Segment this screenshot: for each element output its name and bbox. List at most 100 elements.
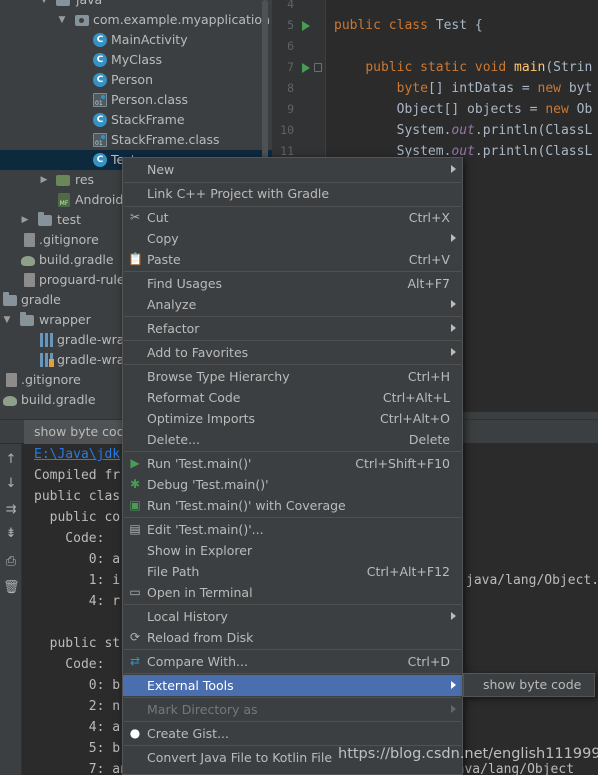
edit-config-icon: ▤ [129, 522, 141, 536]
github-icon: ● [129, 726, 141, 740]
menu-item-copy[interactable]: Copy [123, 228, 462, 249]
tree-item-person-class[interactable]: Person.class [0, 90, 272, 110]
arrow-down-icon[interactable]: ↓ [3, 476, 19, 492]
menu-item-paste[interactable]: 📋 Paste Ctrl+V [123, 249, 462, 270]
class-file-icon [93, 93, 107, 107]
gutter-line: 8 [287, 81, 294, 95]
folder-icon [20, 312, 34, 326]
reload-icon: ⟳ [129, 630, 141, 644]
menu-item-edit-config[interactable]: ▤ Edit 'Test.main()'... [123, 519, 462, 540]
file-icon [24, 273, 35, 287]
chevron-right-icon[interactable]: ▶ [19, 210, 31, 230]
package-icon [75, 15, 89, 26]
menu-item-delete[interactable]: Delete... Delete [123, 429, 462, 450]
tree-item-java[interactable]: ▼ java [0, 0, 272, 10]
console-line: public clas [34, 489, 121, 504]
tree-item-stackframe-class[interactable]: StackFrame.class [0, 130, 272, 150]
menu-item-show-in-explorer[interactable]: Show in Explorer [123, 540, 462, 561]
trash-icon[interactable]: 🗑 [3, 580, 20, 596]
terminal-icon: ▭ [129, 585, 141, 599]
coverage-icon: ▣ [129, 498, 141, 512]
chevron-right-icon[interactable]: ▶ [38, 170, 50, 190]
submenu-arrow-icon [451, 324, 456, 332]
run-gutter-icon[interactable] [302, 21, 310, 31]
submenu-arrow-icon [451, 348, 456, 356]
resource-folder-icon [56, 175, 70, 186]
menu-item-refactor[interactable]: Refactor [123, 318, 462, 339]
menu-item-open-in-terminal[interactable]: ▭ Open in Terminal [123, 582, 462, 603]
console-line: public co [34, 510, 121, 525]
menu-item-cut[interactable]: ✂ Cut Ctrl+X [123, 207, 462, 228]
fold-icon[interactable] [314, 63, 322, 72]
code-line: byte[] intDatas = new byt [396, 81, 593, 96]
code-line: public class Test { [334, 18, 483, 33]
menu-item-optimize-imports[interactable]: Optimize Imports Ctrl+Alt+O [123, 408, 462, 429]
submenu-arrow-icon [451, 165, 456, 173]
submenu-item-show-byte-code[interactable]: show byte code [483, 674, 581, 696]
print-icon[interactable]: ⎙ [3, 554, 19, 570]
menu-item-link-cpp[interactable]: Link C++ Project with Gradle [123, 183, 462, 204]
menu-item-external-tools[interactable]: External Tools [123, 675, 462, 696]
chevron-down-icon[interactable]: ▼ [1, 310, 13, 330]
properties-icon [40, 353, 54, 367]
tree-item-stackframe[interactable]: C StackFrame [0, 110, 272, 130]
tree-item-package[interactable]: ▼ com.example.myapplication [0, 10, 272, 30]
menu-item-browse-type-hierarchy[interactable]: Browse Type Hierarchy Ctrl+H [123, 366, 462, 387]
submenu-arrow-icon [451, 234, 456, 242]
submenu-arrow-icon [451, 705, 456, 713]
tree-item-mainactivity[interactable]: C MainActivity [0, 30, 272, 50]
console-fragment: java/lang/Object. [466, 573, 598, 588]
menu-item-compare-with[interactable]: ⇄ Compare With... Ctrl+D [123, 651, 462, 672]
menu-item-new[interactable]: New [123, 159, 462, 180]
run-toolbar: ↑ ↓ ⇉ ⇟ ⎙ 🗑 [0, 444, 22, 775]
menu-item-reload-from-disk[interactable]: ⟳ Reload from Disk [123, 627, 462, 648]
folder-icon [38, 212, 52, 226]
menu-item-local-history[interactable]: Local History [123, 606, 462, 627]
code-line: System.out.println(ClassL [334, 123, 593, 138]
run-gutter-icon[interactable] [302, 63, 310, 73]
menu-separator [124, 271, 461, 272]
file-icon [6, 373, 17, 387]
tree-item-person[interactable]: C Person [0, 70, 272, 90]
menu-item-find-usages[interactable]: Find Usages Alt+F7 [123, 273, 462, 294]
console-line: 5: b [34, 741, 121, 756]
file-icon [24, 233, 35, 247]
scroll-to-end-icon[interactable]: ⇟ [3, 526, 19, 542]
gutter-line: 5 [272, 15, 326, 36]
compare-icon: ⇄ [129, 654, 141, 668]
menu-item-run[interactable]: ▶ Run 'Test.main()' Ctrl+Shift+F10 [123, 453, 462, 474]
console-line[interactable]: E:\Java\jdk [34, 444, 120, 465]
class-icon: C [93, 53, 107, 67]
tree-item-myclass[interactable]: C MyClass [0, 50, 272, 70]
arrow-up-icon[interactable]: ↑ [3, 452, 19, 468]
watermark: https://blog.csdn.net/english111999 [338, 746, 598, 762]
menu-item-create-gist[interactable]: ● Create Gist... [123, 723, 462, 744]
submenu-arrow-icon [451, 612, 456, 620]
clipboard-icon: 📋 [128, 252, 143, 266]
gutter-line: 4 [287, 0, 294, 11]
folder-icon [3, 292, 17, 306]
code-line: public static void main(Strin [365, 60, 593, 75]
chevron-down-icon[interactable]: ▼ [38, 0, 50, 10]
menu-item-file-path[interactable]: File Path Ctrl+Alt+F12 [123, 561, 462, 582]
console-line: 2: n [34, 699, 121, 714]
gutter-line: 6 [287, 39, 294, 53]
menu-item-debug[interactable]: ✱ Debug 'Test.main()' [123, 474, 462, 495]
gradle-icon [21, 256, 35, 266]
tree-scrollbar[interactable] [262, 0, 268, 160]
menu-separator [124, 649, 461, 650]
menu-item-run-coverage[interactable]: ▣ Run 'Test.main()' with Coverage [123, 495, 462, 516]
chevron-down-icon[interactable]: ▼ [56, 10, 68, 30]
menu-item-reformat-code[interactable]: Reformat Code Ctrl+Alt+L [123, 387, 462, 408]
run-tab-label: show byte code [34, 424, 133, 439]
class-icon: C [93, 33, 107, 47]
console-line: public st [34, 636, 121, 651]
menu-item-mark-directory-as[interactable]: Mark Directory as [123, 699, 462, 720]
menu-separator [124, 316, 461, 317]
menu-separator [124, 451, 461, 452]
gradle-icon [3, 396, 17, 406]
menu-item-analyze[interactable]: Analyze [123, 294, 462, 315]
menu-item-add-to-favorites[interactable]: Add to Favorites [123, 342, 462, 363]
console-line: 0: a [34, 552, 121, 567]
soft-wrap-icon[interactable]: ⇉ [3, 502, 19, 518]
